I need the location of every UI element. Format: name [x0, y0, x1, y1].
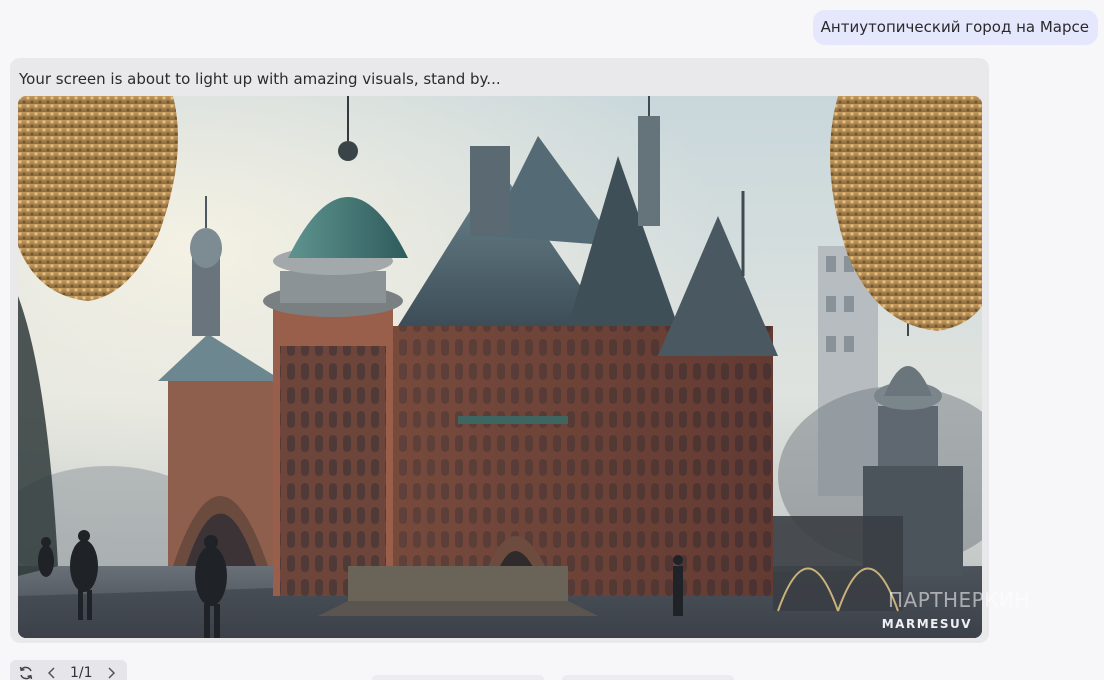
- chevron-left-icon[interactable]: [44, 665, 60, 680]
- generated-image[interactable]: MARMESUV: [18, 96, 982, 638]
- refresh-icon[interactable]: [18, 665, 34, 680]
- suggestion-chip[interactable]: [372, 675, 544, 680]
- user-message-text: Антиутопический город на Марсе: [820, 18, 1089, 36]
- page-indicator: 1/1: [70, 665, 93, 680]
- message-controls: 1/1: [10, 660, 127, 680]
- chat-window: Антиутопический город на Марсе Your scre…: [0, 0, 1104, 680]
- image-watermark: MARMESUV: [881, 617, 972, 631]
- chevron-right-icon[interactable]: [103, 665, 119, 680]
- suggestion-chip[interactable]: [562, 675, 734, 680]
- bot-message-text: Your screen is about to light up with am…: [19, 70, 501, 88]
- ghost-watermark: ПАРТНЕРКИН: [888, 588, 1030, 612]
- generated-image-illustration: [18, 96, 982, 638]
- user-message-bubble: Антиутопический город на Марсе: [812, 10, 1098, 45]
- bot-message-card: Your screen is about to light up with am…: [10, 58, 989, 643]
